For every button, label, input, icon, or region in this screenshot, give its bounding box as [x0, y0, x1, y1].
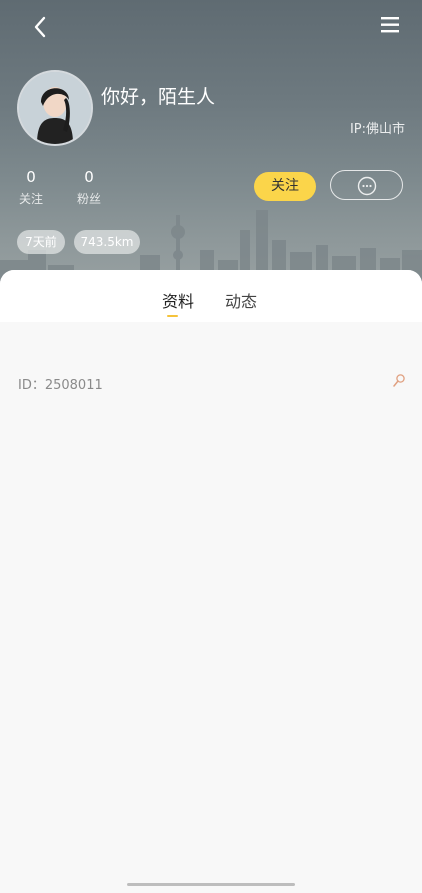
avatar[interactable] [17, 70, 93, 146]
home-indicator [127, 883, 295, 886]
message-button[interactable] [330, 170, 403, 200]
following-stat[interactable]: 0 关注 [11, 168, 51, 207]
cover-background: 你好，陌生人 IP:佛山市 0 关注 0 粉丝 关注 7天前 743.5km [0, 0, 422, 300]
active-tab-indicator [167, 315, 178, 317]
ip-location: IP:佛山市 [349, 122, 405, 137]
last-active-chip: 7天前 [17, 230, 65, 254]
followers-stat[interactable]: 0 粉丝 [69, 168, 109, 207]
menu-icon[interactable] [378, 12, 404, 38]
followers-count: 0 [84, 168, 94, 186]
profile-screen: 你好，陌生人 IP:佛山市 0 关注 0 粉丝 关注 7天前 743.5km 资… [0, 0, 422, 893]
tab-moments[interactable]: 动态 [225, 288, 257, 312]
user-id: ID：2508011 [18, 378, 103, 393]
tab-profile[interactable]: 资料 [162, 288, 194, 312]
back-arrow-icon[interactable] [26, 12, 56, 42]
following-label: 关注 [18, 192, 43, 206]
tab-bar: 资料 动态 [0, 270, 422, 322]
followers-label: 粉丝 [76, 192, 101, 206]
follow-button[interactable]: 关注 [254, 172, 316, 201]
following-count: 0 [26, 168, 36, 186]
avatar-portrait-image [19, 72, 91, 144]
chat-bubble-icon [357, 176, 377, 196]
copy-id-icon[interactable] [392, 373, 406, 389]
content-sheet: 资料 动态 ID：2508011 [0, 270, 422, 893]
distance-chip: 743.5km [74, 230, 140, 254]
greeting-title: 你好，陌生人 [101, 86, 216, 108]
